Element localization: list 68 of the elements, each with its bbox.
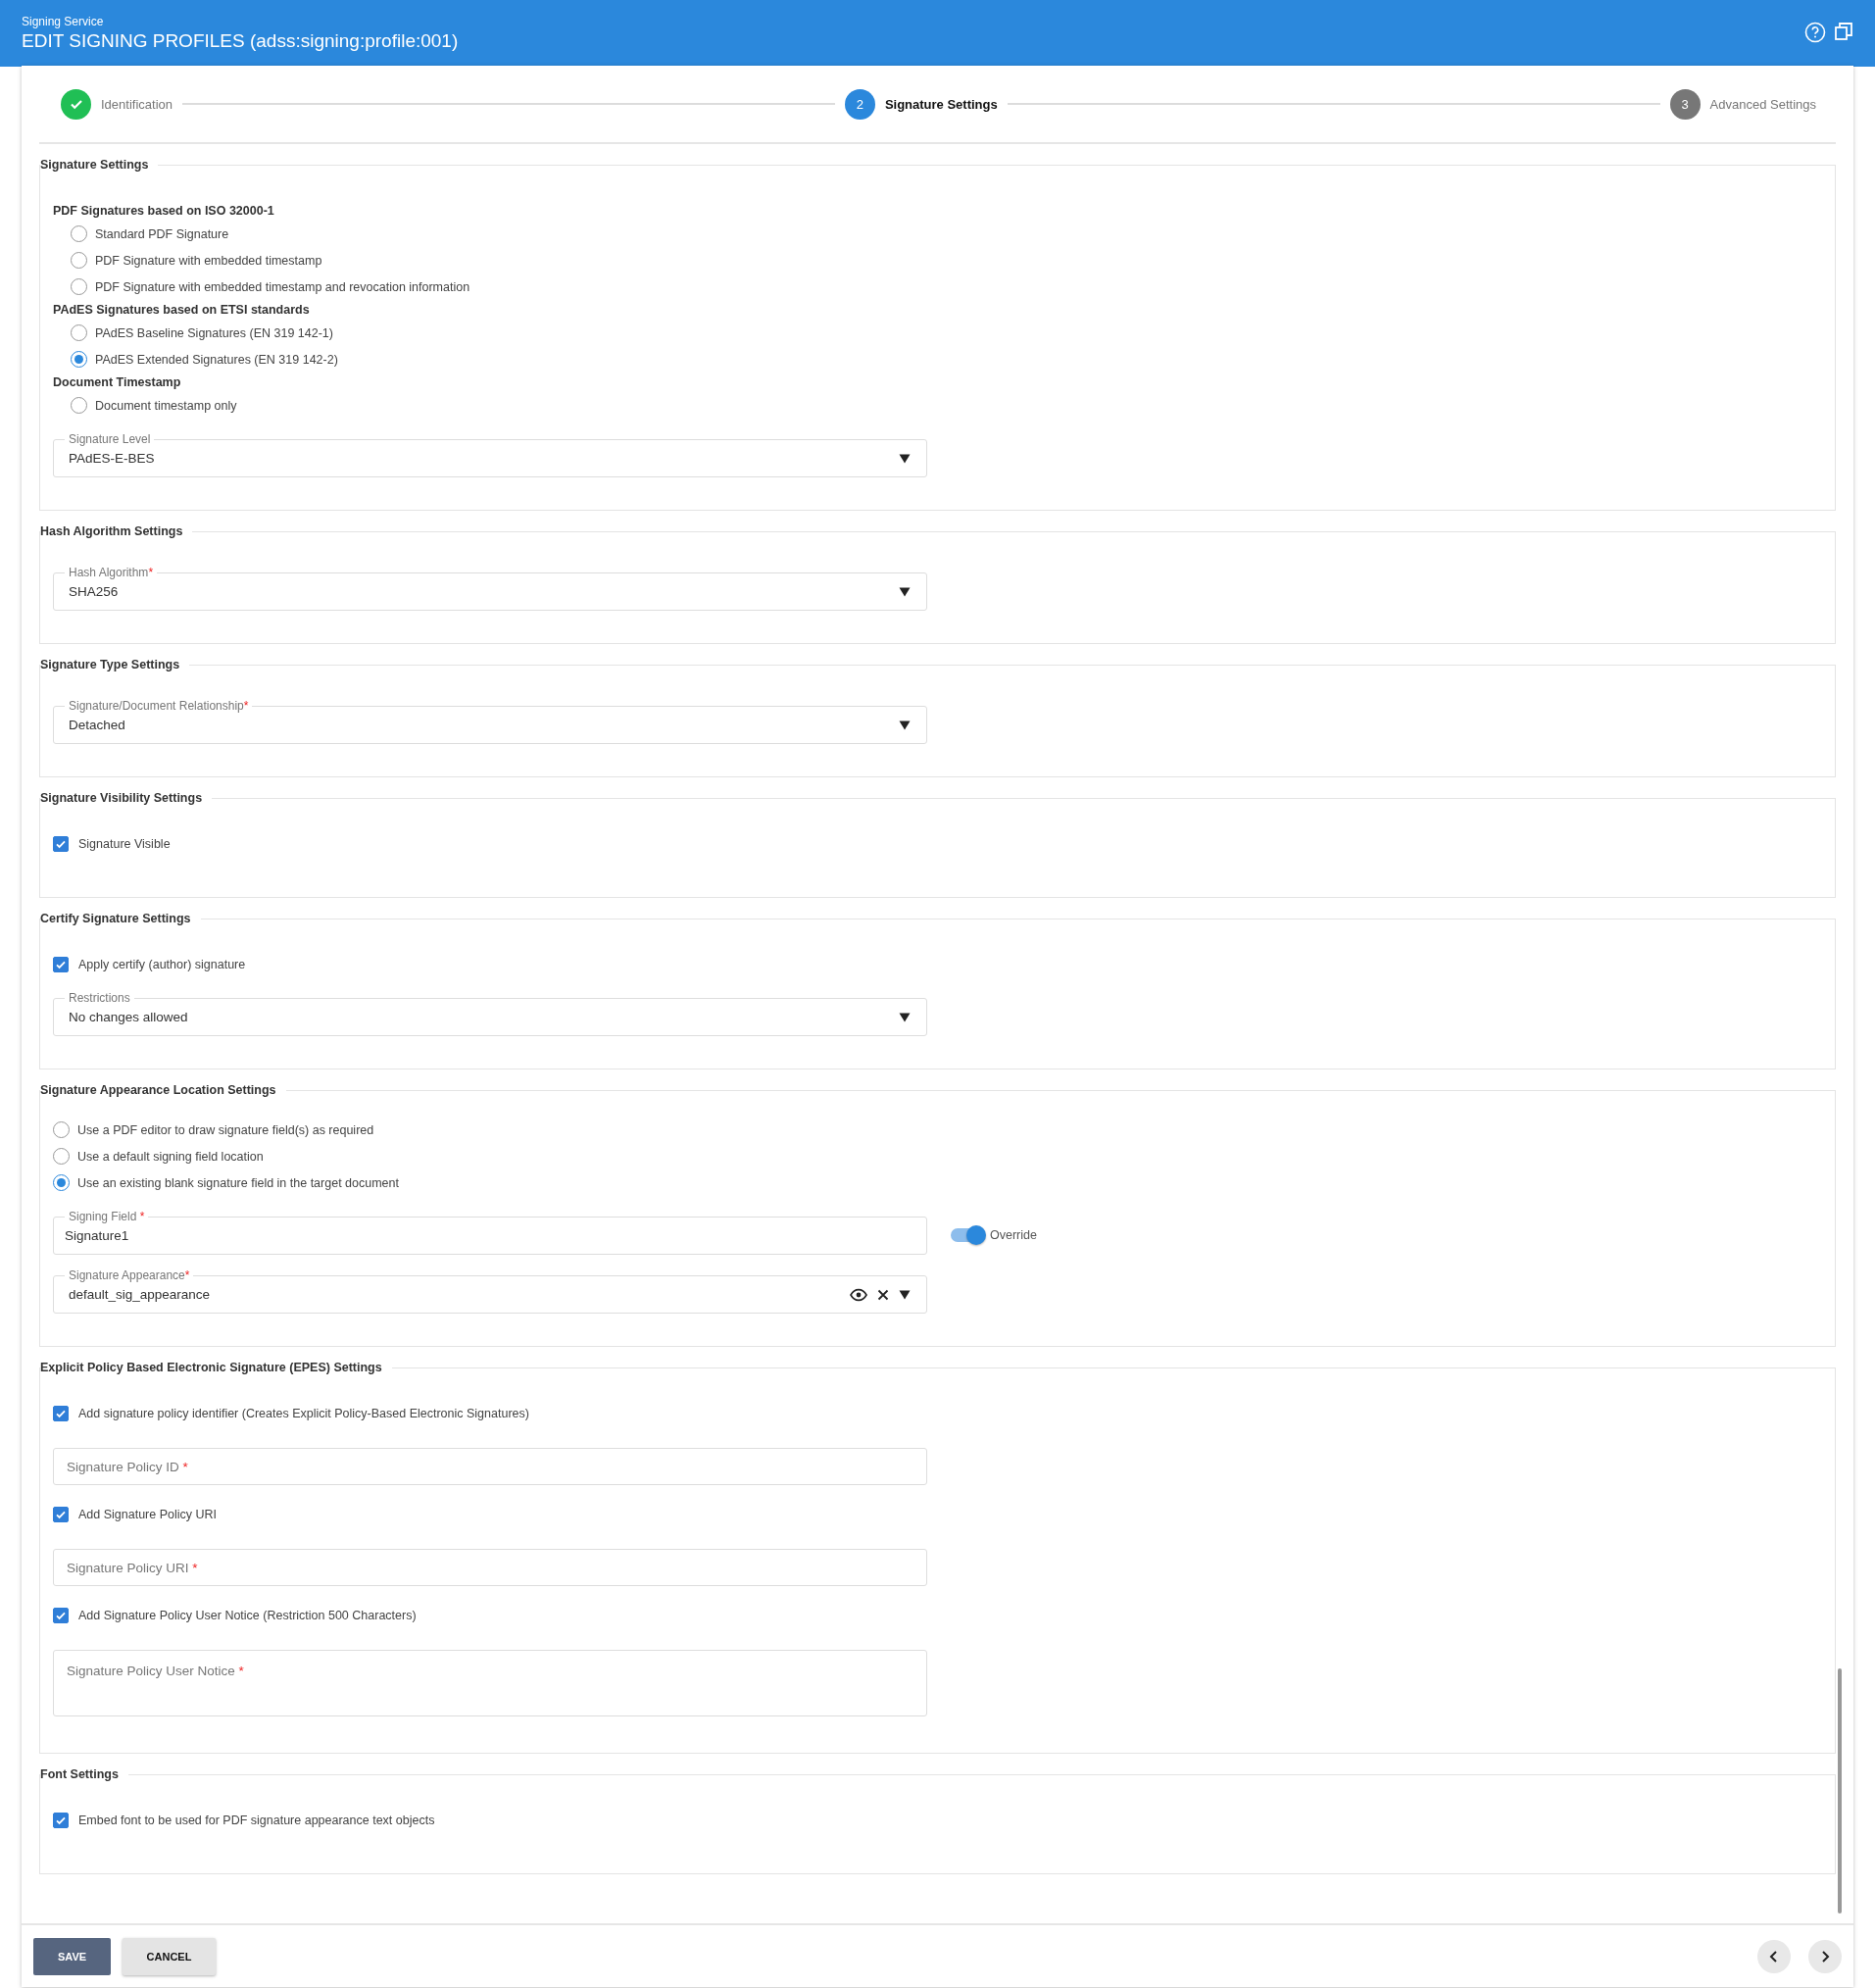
field-label: Signature/Document Relationship* xyxy=(68,699,250,713)
text-field[interactable]: Signing Field * Signature1 xyxy=(53,1210,927,1255)
page-title: EDIT SIGNING PROFILES (adss:signing:profile:001) xyxy=(22,30,459,52)
next-button[interactable] xyxy=(1808,1939,1842,1973)
text-field[interactable]: Signature Policy URI * xyxy=(53,1549,927,1586)
checkbox-option[interactable]: Apply certify (author) signature xyxy=(53,951,1822,977)
radio-option[interactable]: PAdES Baseline Signatures (EN 319 142-1) xyxy=(53,320,1822,346)
checkbox-option[interactable]: Add Signature Policy User Notice (Restriction 500 Characters) xyxy=(53,1602,1822,1628)
select-field[interactable]: Signature Level PAdES-E-BES xyxy=(53,432,927,477)
caret-icon[interactable] xyxy=(899,1012,911,1022)
field-value: default_sig_appearance xyxy=(69,1287,212,1302)
window-icon[interactable] xyxy=(1834,22,1853,41)
field-value: Detached xyxy=(69,718,126,732)
section-title: Signature Settings xyxy=(40,158,150,172)
field-label: Signature Level xyxy=(68,432,152,446)
section-title: Explicit Policy Based Electronic Signature (EPES) Settings xyxy=(40,1361,383,1374)
cancel-button[interactable]: CANCEL xyxy=(123,1937,216,1975)
checkbox-option[interactable]: Embed font to be used for PDF signature appearance text objects xyxy=(53,1807,1822,1833)
text-field[interactable]: Signature Policy ID * xyxy=(53,1448,927,1485)
step[interactable]: 3 Advanced Settings xyxy=(1669,88,1816,120)
field-value: PAdES-E-BES xyxy=(69,451,156,466)
close-icon[interactable] xyxy=(877,1288,889,1301)
toggle-label: Override xyxy=(990,1228,1037,1242)
text-area[interactable]: Signature Policy User Notice * xyxy=(53,1650,927,1716)
caret-icon[interactable] xyxy=(899,453,911,464)
section-title: Certify Signature Settings xyxy=(40,912,192,925)
field-label: Restrictions xyxy=(68,991,131,1005)
field-value: No changes allowed xyxy=(69,1010,189,1024)
eye-icon[interactable] xyxy=(850,1287,867,1302)
caret-icon[interactable] xyxy=(899,586,911,597)
select-field[interactable]: Signature Appearance* default_sig_appearance xyxy=(53,1268,927,1314)
toggle-switch[interactable] xyxy=(951,1228,984,1242)
checkbox-option[interactable]: Add signature policy identifier (Creates Explicit Policy-Based Electronic Signatures) xyxy=(53,1400,1822,1426)
group-heading: Document Timestamp xyxy=(53,374,182,391)
section-title: Font Settings xyxy=(40,1767,120,1781)
radio-option[interactable]: Use an existing blank signature field in the target document xyxy=(53,1169,1822,1196)
radio-option[interactable]: Use a PDF editor to draw signature field(s) as required xyxy=(53,1117,1822,1143)
radio-option[interactable]: Use a default signing field location xyxy=(53,1143,1822,1169)
checkbox-option[interactable]: Signature Visible xyxy=(53,830,1822,857)
field-label: Hash Algorithm* xyxy=(68,566,155,579)
section-title: Hash Algorithm Settings xyxy=(40,524,184,538)
save-button[interactable]: SAVE xyxy=(33,1937,111,1975)
field-value: Signature1 xyxy=(65,1228,130,1243)
caret-icon[interactable] xyxy=(899,720,911,730)
field-label: Signing Field * xyxy=(68,1210,146,1223)
scrollbar-thumb[interactable] xyxy=(1838,1668,1842,1913)
section-title: Signature Visibility Settings xyxy=(40,791,204,805)
app-name: Signing Service xyxy=(22,15,105,28)
field-value: SHA256 xyxy=(69,584,120,599)
radio-option[interactable]: Standard PDF Signature xyxy=(53,221,1822,247)
select-field[interactable]: Restrictions No changes allowed xyxy=(53,991,927,1036)
help-icon[interactable] xyxy=(1804,22,1826,43)
section-title: Signature Type Settings xyxy=(40,658,181,671)
group-heading: PDF Signatures based on ISO 32000-1 xyxy=(53,203,275,220)
radio-option[interactable]: PDF Signature with embedded timestamp xyxy=(53,247,1822,273)
group-heading: PAdES Signatures based on ETSI standards xyxy=(53,302,311,319)
radio-option[interactable]: PDF Signature with embedded timestamp and revocation information xyxy=(53,273,1822,300)
radio-option[interactable]: PAdES Extended Signatures (EN 319 142-2) xyxy=(53,346,1822,373)
field-label: Signature Appearance* xyxy=(68,1268,191,1282)
select-field[interactable]: Hash Algorithm* SHA256 xyxy=(53,566,927,611)
step[interactable]: Identification xyxy=(61,88,173,120)
step[interactable]: 2 Signature Settings xyxy=(844,88,998,120)
select-field[interactable]: Signature/Document Relationship* Detached xyxy=(53,699,927,744)
caret-icon[interactable] xyxy=(899,1289,911,1300)
checkbox-option[interactable]: Add Signature Policy URI xyxy=(53,1501,1822,1527)
section-title: Signature Appearance Location Settings xyxy=(40,1083,277,1097)
previous-button[interactable] xyxy=(1757,1939,1791,1973)
radio-option[interactable]: Document timestamp only xyxy=(53,392,1822,419)
